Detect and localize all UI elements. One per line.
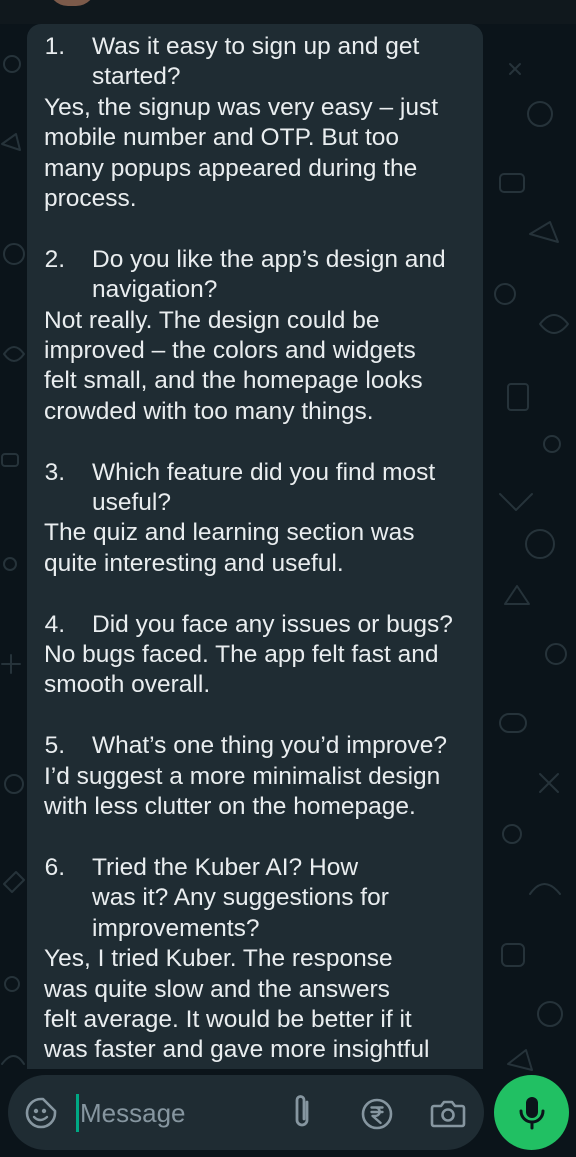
emoji-sticker-icon[interactable] bbox=[24, 1096, 58, 1130]
question-number: 4. bbox=[44, 610, 65, 638]
question-text: Was it easy to sign up and get bbox=[92, 33, 420, 60]
answer-line: Yes, I tried Kuber. The response bbox=[44, 945, 393, 973]
question-line: 3. Which feature did you find most bbox=[44, 458, 474, 488]
paperclip-icon[interactable] bbox=[289, 1094, 315, 1132]
question-number: 6. bbox=[44, 853, 65, 881]
answer-line: was quite slow and the answers bbox=[44, 975, 390, 1003]
answer-line: I’d suggest a more minimalist design bbox=[44, 762, 441, 790]
answer-line: Yes, the signup was very easy – just bbox=[44, 93, 439, 121]
question-text: started? bbox=[92, 63, 181, 91]
question-text: Did you face any issues or bugs? bbox=[92, 610, 453, 638]
question-number: 5. bbox=[44, 732, 65, 760]
answer-line: improved – the colors and widgets bbox=[44, 337, 416, 365]
avatar bbox=[48, 0, 96, 6]
question-text: useful? bbox=[92, 489, 172, 517]
answer-line: felt average. It would be better if it bbox=[44, 1005, 412, 1033]
top-edge bbox=[0, 0, 576, 24]
question-line: improvements? bbox=[44, 914, 474, 944]
answer-line: crowded with too many things. bbox=[44, 397, 374, 425]
camera-icon[interactable] bbox=[430, 1097, 466, 1129]
question-line: navigation? bbox=[44, 275, 474, 305]
answer-line: with less clutter on the homepage. bbox=[44, 793, 416, 821]
question-text: Tried the Kuber AI? How bbox=[92, 853, 359, 881]
answer-line: quite interesting and useful. bbox=[44, 549, 344, 577]
question-line: 1. Was it easy to sign up and get bbox=[44, 32, 474, 62]
question-text: Do you like the app’s design and bbox=[92, 245, 446, 273]
question-text: Which feature did you find most bbox=[92, 458, 436, 486]
answer-line: smooth overall. bbox=[44, 671, 211, 699]
rupee-payment-icon[interactable] bbox=[360, 1097, 394, 1131]
text-cursor bbox=[76, 1094, 79, 1132]
answer-line: many popups appeared during the bbox=[44, 154, 418, 182]
question-line: 2. Do you like the app’s design and bbox=[44, 245, 474, 275]
answer-line: No bugs faced. The app felt fast and bbox=[44, 641, 439, 669]
question-text: was it? Any suggestions for bbox=[92, 884, 389, 912]
answer-line: mobile number and OTP. But too bbox=[44, 124, 399, 152]
question-number: 1. bbox=[44, 33, 65, 60]
question-line: 4. Did you face any issues or bugs? bbox=[44, 610, 474, 640]
answer-line: Not really. The design could be bbox=[44, 306, 380, 334]
question-line: 6. Tried the Kuber AI? How bbox=[44, 853, 474, 883]
answer-line: process. bbox=[44, 185, 137, 213]
message-text: 1. Was it easy to sign up and get started?… bbox=[44, 32, 474, 1066]
question-line: useful? bbox=[44, 488, 474, 518]
question-number: 2. bbox=[44, 245, 65, 273]
question-text: What’s one thing you’d improve? bbox=[92, 732, 447, 760]
question-text: navigation? bbox=[92, 276, 218, 304]
question-text: improvements? bbox=[92, 914, 260, 942]
answer-line: The quiz and learning section was bbox=[44, 519, 415, 547]
question-line: was it? Any suggestions for bbox=[44, 883, 474, 913]
question-line: 5. What’s one thing you’d improve? bbox=[44, 731, 474, 761]
answer-line: was faster and gave more insightful bbox=[44, 1036, 430, 1064]
answer-line: felt small, and the homepage looks bbox=[44, 367, 423, 395]
message-input[interactable]: Message bbox=[80, 1096, 186, 1130]
question-number: 3. bbox=[44, 458, 65, 486]
microphone-icon bbox=[519, 1097, 545, 1130]
question-line: started? bbox=[44, 62, 474, 92]
message-bubble[interactable]: 1. Was it easy to sign up and get started?… bbox=[27, 24, 483, 1069]
